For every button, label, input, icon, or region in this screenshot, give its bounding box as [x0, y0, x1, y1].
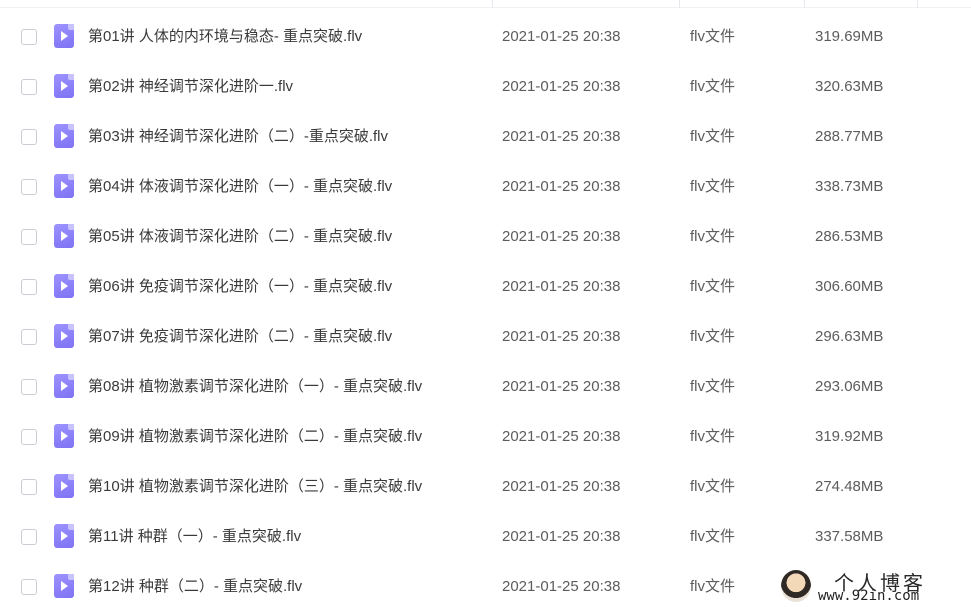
video-file-icon [54, 524, 74, 548]
file-size: 288.77MB [815, 128, 884, 145]
file-type: flv文件 [690, 478, 736, 495]
video-file-icon [54, 424, 74, 448]
video-file-icon [54, 224, 74, 248]
video-file-icon [54, 124, 74, 148]
file-size: 320.63MB [815, 78, 884, 95]
file-modified-date: 2021-01-25 20:38 [502, 128, 621, 145]
file-modified-date: 2021-01-25 20:38 [502, 28, 621, 45]
file-type: flv文件 [690, 578, 736, 595]
video-file-icon [54, 374, 74, 398]
row-checkbox[interactable] [21, 279, 37, 295]
file-row[interactable]: 第04讲 体液调节深化进阶（一）- 重点突破.flv 2021-01-25 20… [0, 162, 971, 212]
video-file-icon [54, 24, 74, 48]
file-size: 293.06MB [815, 378, 884, 395]
file-type: flv文件 [690, 28, 736, 45]
avatar [781, 570, 811, 602]
row-checkbox[interactable] [21, 329, 37, 345]
row-checkbox[interactable] [21, 129, 37, 145]
column-divider[interactable] [917, 0, 918, 8]
file-size: 337.58MB [815, 528, 884, 545]
file-row[interactable]: 第05讲 体液调节深化进阶（二）- 重点突破.flv 2021-01-25 20… [0, 212, 971, 262]
file-size: 274.48MB [815, 478, 884, 495]
file-row[interactable]: 第07讲 免疫调节深化进阶（二）- 重点突破.flv 2021-01-25 20… [0, 312, 971, 362]
video-file-icon [54, 74, 74, 98]
column-divider[interactable] [492, 0, 493, 8]
column-divider[interactable] [804, 0, 805, 8]
column-header [0, 0, 971, 8]
file-row[interactable]: 第01讲 人体的内环境与稳态- 重点突破.flv 2021-01-25 20:3… [0, 12, 971, 62]
row-checkbox[interactable] [21, 29, 37, 45]
file-type: flv文件 [690, 78, 736, 95]
file-row[interactable]: 第08讲 植物激素调节深化进阶（一）- 重点突破.flv 2021-01-25 … [0, 362, 971, 412]
file-size: 319.69MB [815, 28, 884, 45]
column-divider[interactable] [679, 0, 680, 8]
file-name[interactable]: 第03讲 神经调节深化进阶（二）-重点突破.flv [88, 112, 388, 162]
row-checkbox[interactable] [21, 579, 37, 595]
file-type: flv文件 [690, 528, 736, 545]
file-modified-date: 2021-01-25 20:38 [502, 528, 621, 545]
file-name[interactable]: 第10讲 植物激素调节深化进阶（三）- 重点突破.flv [88, 462, 422, 512]
file-modified-date: 2021-01-25 20:38 [502, 428, 621, 445]
file-type: flv文件 [690, 178, 736, 195]
file-type: flv文件 [690, 128, 736, 145]
file-size: 306.60MB [815, 278, 884, 295]
file-modified-date: 2021-01-25 20:38 [502, 178, 621, 195]
file-name[interactable]: 第04讲 体液调节深化进阶（一）- 重点突破.flv [88, 162, 392, 212]
watermark-url: www.92in.com [818, 588, 920, 604]
file-name[interactable]: 第09讲 植物激素调节深化进阶（二）- 重点突破.flv [88, 412, 422, 462]
file-type: flv文件 [690, 228, 736, 245]
file-type: flv文件 [690, 428, 736, 445]
video-file-icon [54, 574, 74, 598]
file-modified-date: 2021-01-25 20:38 [502, 478, 621, 495]
file-modified-date: 2021-01-25 20:38 [502, 328, 621, 345]
file-row[interactable]: 第03讲 神经调节深化进阶（二）-重点突破.flv 2021-01-25 20:… [0, 112, 971, 162]
row-checkbox[interactable] [21, 229, 37, 245]
file-size: 286.53MB [815, 228, 884, 245]
row-checkbox[interactable] [21, 379, 37, 395]
file-name[interactable]: 第11讲 种群（一）- 重点突破.flv [88, 512, 301, 562]
file-size: 338.73MB [815, 178, 884, 195]
row-checkbox[interactable] [21, 79, 37, 95]
file-name[interactable]: 第05讲 体液调节深化进阶（二）- 重点突破.flv [88, 212, 392, 262]
file-row[interactable]: 第06讲 免疫调节深化进阶（一）- 重点突破.flv 2021-01-25 20… [0, 262, 971, 312]
file-size: 319.92MB [815, 428, 884, 445]
file-type: flv文件 [690, 328, 736, 345]
file-name[interactable]: 第12讲 种群（二）- 重点突破.flv [88, 562, 302, 607]
row-checkbox[interactable] [21, 479, 37, 495]
file-row[interactable]: 第10讲 植物激素调节深化进阶（三）- 重点突破.flv 2021-01-25 … [0, 462, 971, 512]
file-type: flv文件 [690, 378, 736, 395]
file-modified-date: 2021-01-25 20:38 [502, 78, 621, 95]
row-checkbox[interactable] [21, 429, 37, 445]
video-file-icon [54, 274, 74, 298]
file-type: flv文件 [690, 278, 736, 295]
file-size: 296.63MB [815, 328, 884, 345]
video-file-icon [54, 474, 74, 498]
file-name[interactable]: 第06讲 免疫调节深化进阶（一）- 重点突破.flv [88, 262, 392, 312]
video-file-icon [54, 324, 74, 348]
row-checkbox[interactable] [21, 179, 37, 195]
file-modified-date: 2021-01-25 20:38 [502, 378, 621, 395]
file-name[interactable]: 第08讲 植物激素调节深化进阶（一）- 重点突破.flv [88, 362, 422, 412]
row-checkbox[interactable] [21, 529, 37, 545]
file-name[interactable]: 第07讲 免疫调节深化进阶（二）- 重点突破.flv [88, 312, 392, 362]
file-row[interactable]: 第02讲 神经调节深化进阶一.flv 2021-01-25 20:38 flv文… [0, 62, 971, 112]
file-row[interactable]: 第09讲 植物激素调节深化进阶（二）- 重点突破.flv 2021-01-25 … [0, 412, 971, 462]
file-name[interactable]: 第02讲 神经调节深化进阶一.flv [88, 62, 293, 112]
file-row[interactable]: 第11讲 种群（一）- 重点突破.flv 2021-01-25 20:38 fl… [0, 512, 971, 562]
file-modified-date: 2021-01-25 20:38 [502, 228, 621, 245]
blog-watermark: 个人博客 www.92in.com [778, 567, 971, 607]
file-name[interactable]: 第01讲 人体的内环境与稳态- 重点突破.flv [88, 12, 362, 62]
video-file-icon [54, 174, 74, 198]
file-modified-date: 2021-01-25 20:38 [502, 578, 621, 595]
file-modified-date: 2021-01-25 20:38 [502, 278, 621, 295]
